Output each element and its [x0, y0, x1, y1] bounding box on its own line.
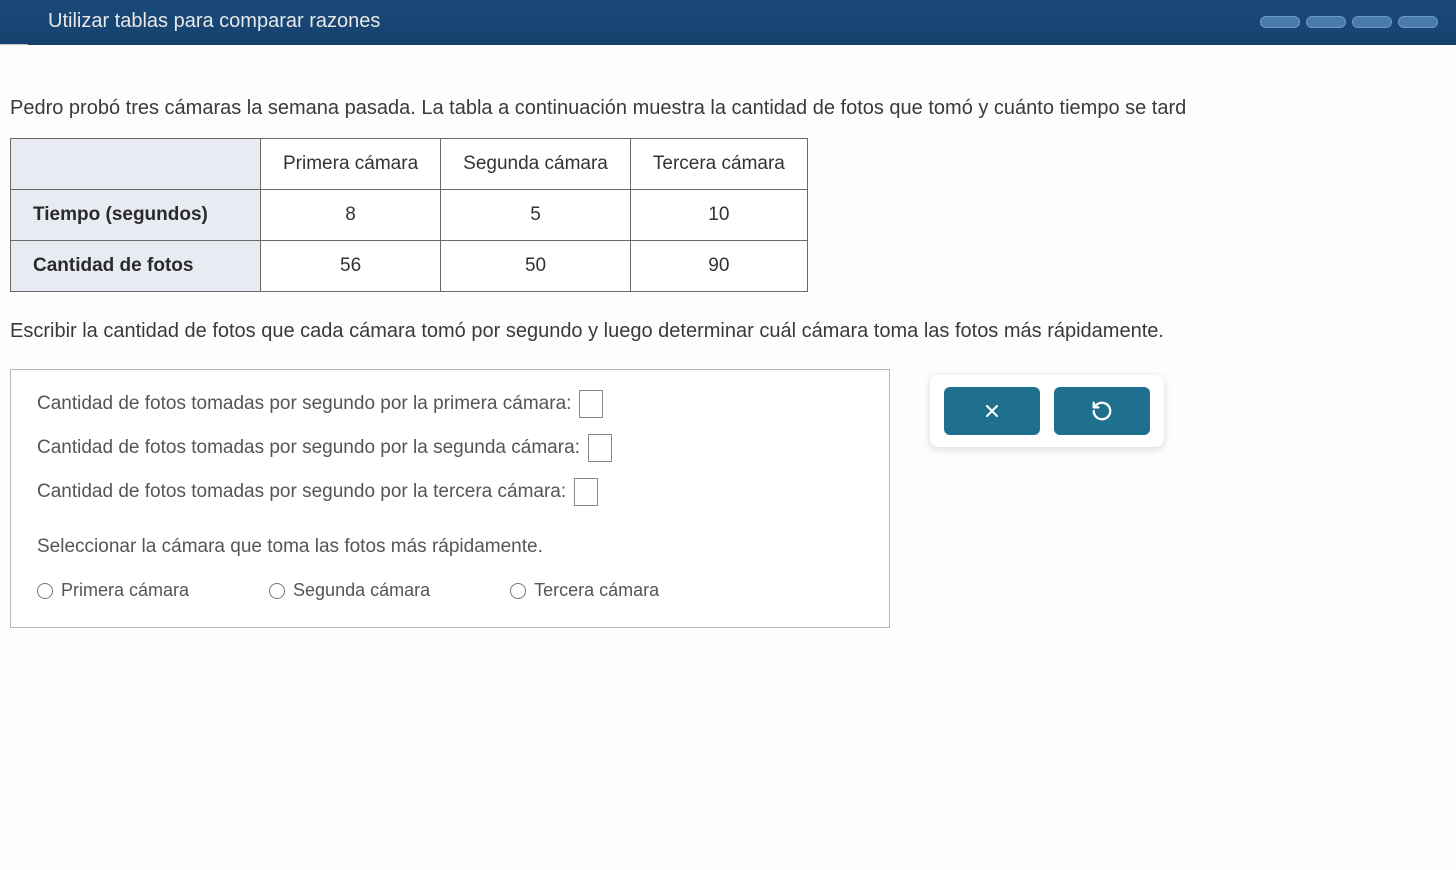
select-prompt: Seleccionar la cámara que toma las fotos…: [37, 536, 863, 558]
instruction-text: Escribir la cantidad de fotos que cada c…: [10, 320, 1446, 343]
radio-option-1[interactable]: Primera cámara: [37, 580, 189, 601]
col-header: Tercera cámara: [630, 139, 807, 190]
answer-input-2[interactable]: [588, 434, 612, 462]
radio-input-3[interactable]: [510, 583, 526, 599]
radio-label-2: Segunda cámara: [293, 580, 430, 601]
radio-option-2[interactable]: Segunda cámara: [269, 580, 430, 601]
answer-line-3: Cantidad de fotos tomadas por segundo po…: [37, 478, 863, 506]
lesson-header: Utilizar tablas para comparar razones: [0, 0, 1456, 45]
table-row: Cantidad de fotos 56 50 90: [11, 241, 808, 292]
answer-line-1: Cantidad de fotos tomadas por segundo po…: [37, 390, 863, 418]
row-header: Cantidad de fotos: [11, 241, 261, 292]
progress-indicator: [1260, 16, 1438, 28]
answer-label-2: Cantidad de fotos tomadas por segundo po…: [37, 437, 580, 459]
table-cell: 10: [630, 190, 807, 241]
table-cell: 8: [261, 190, 441, 241]
table-cell: 50: [441, 241, 631, 292]
table-cell: 56: [261, 241, 441, 292]
table-cell: 5: [441, 190, 631, 241]
lesson-title: Utilizar tablas para comparar razones: [48, 10, 380, 33]
clear-button[interactable]: [944, 387, 1040, 435]
radio-label-1: Primera cámara: [61, 580, 189, 601]
answer-input-1[interactable]: [579, 390, 603, 418]
progress-pill: [1260, 16, 1300, 28]
radio-option-3[interactable]: Tercera cámara: [510, 580, 659, 601]
answer-label-1: Cantidad de fotos tomadas por segundo po…: [37, 393, 571, 415]
answer-panel: Cantidad de fotos tomadas por segundo po…: [10, 369, 890, 628]
table-row: Tiempo (segundos) 8 5 10: [11, 190, 808, 241]
progress-pill: [1352, 16, 1392, 28]
question-intro: Pedro probó tres cámaras la semana pasad…: [10, 97, 1446, 120]
undo-icon: [1091, 400, 1113, 422]
answer-label-3: Cantidad de fotos tomadas por segundo po…: [37, 481, 566, 503]
col-header: Segunda cámara: [441, 139, 631, 190]
radio-group: Primera cámara Segunda cámara Tercera cá…: [37, 580, 863, 601]
radio-input-2[interactable]: [269, 583, 285, 599]
table-corner: [11, 139, 261, 190]
close-icon: [982, 401, 1002, 421]
table-cell: 90: [630, 241, 807, 292]
radio-label-3: Tercera cámara: [534, 580, 659, 601]
row-header: Tiempo (segundos): [11, 190, 261, 241]
col-header: Primera cámara: [261, 139, 441, 190]
action-panel: [930, 375, 1164, 447]
answer-input-3[interactable]: [574, 478, 598, 506]
progress-pill: [1398, 16, 1438, 28]
progress-pill: [1306, 16, 1346, 28]
question-content: Pedro probó tres cámaras la semana pasad…: [0, 45, 1456, 870]
data-table: Primera cámara Segunda cámara Tercera cá…: [10, 138, 808, 292]
radio-input-1[interactable]: [37, 583, 53, 599]
reset-button[interactable]: [1054, 387, 1150, 435]
answer-line-2: Cantidad de fotos tomadas por segundo po…: [37, 434, 863, 462]
